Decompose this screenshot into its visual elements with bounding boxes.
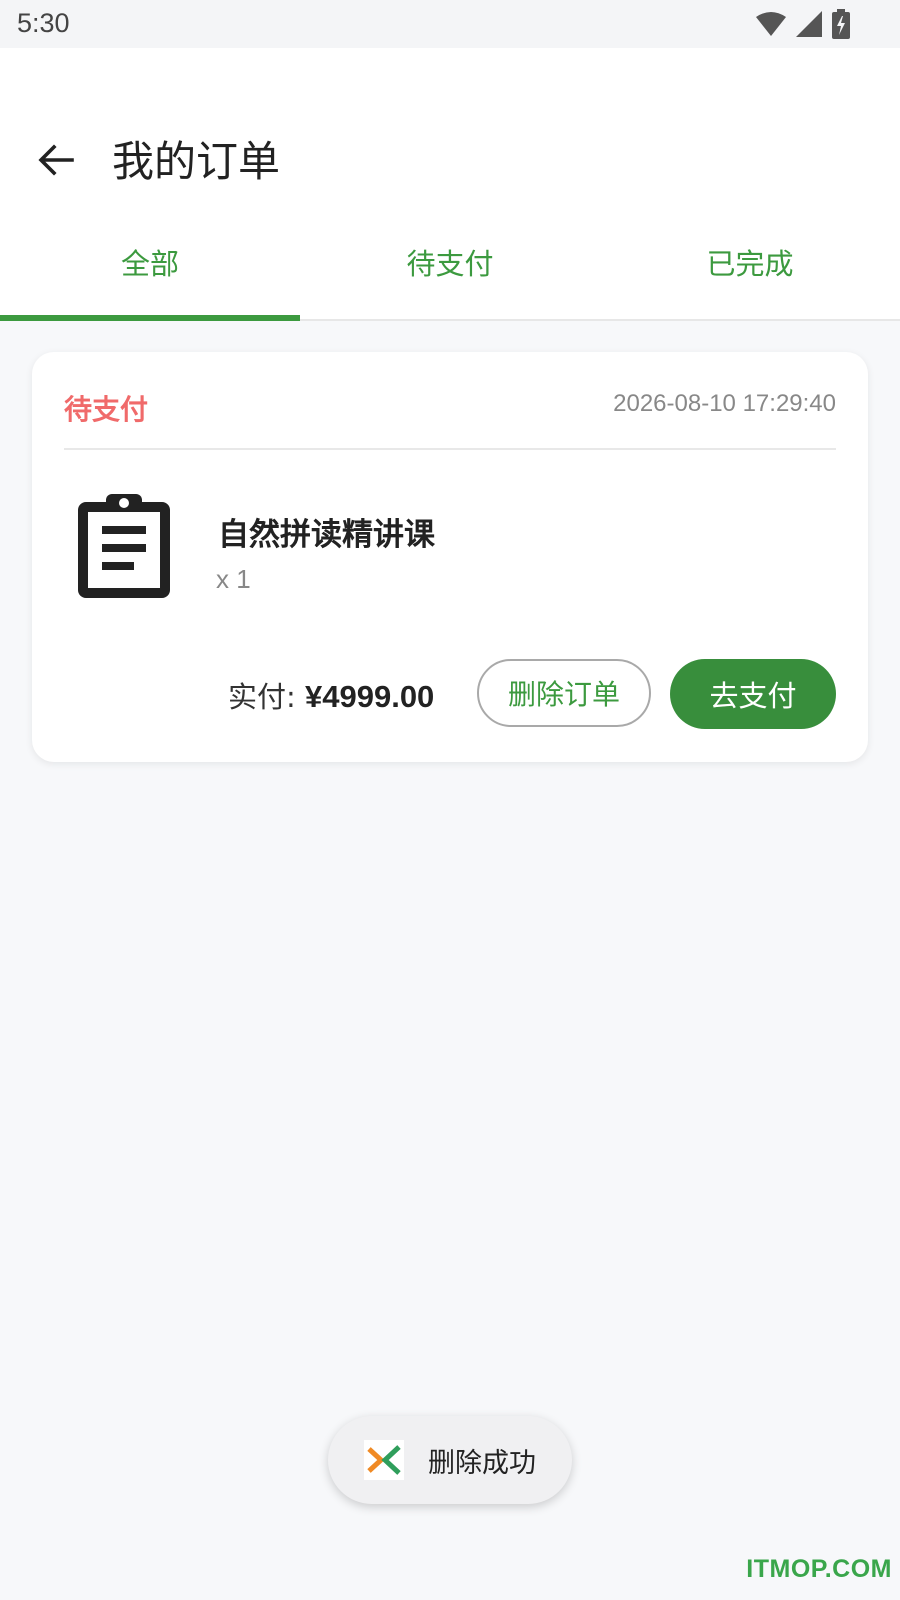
price-label: 实付: (228, 680, 296, 714)
status-bar: 5:30 (0, 0, 900, 48)
tab-pending-payment[interactable]: 待支付 (300, 216, 600, 319)
app-bar: 我的订单 (0, 48, 900, 216)
price-row: 实付: ¥4999.00 (228, 674, 434, 716)
status-time: 5:30 (17, 8, 70, 38)
wifi-icon (756, 12, 786, 36)
delete-order-button[interactable]: 删除订单 (477, 659, 651, 727)
toast: 删除成功 (328, 1416, 572, 1504)
order-tabs: 全部 待支付 已完成 (0, 216, 900, 321)
clipboard-icon (78, 494, 170, 598)
tab-all[interactable]: 全部 (0, 216, 300, 321)
order-card[interactable]: 待支付 2026-08-10 17:29:40 自然拼读精讲课 x 1 实付: … (32, 352, 868, 762)
page-title: 我的订单 (112, 137, 281, 186)
price-value: ¥4999.00 (305, 679, 435, 714)
battery-charging-icon (832, 9, 850, 39)
tab-completed[interactable]: 已完成 (600, 216, 900, 319)
back-button[interactable] (30, 134, 82, 186)
product-quantity: x 1 (216, 564, 251, 594)
watermark: ITMOP.COM (746, 1555, 892, 1583)
order-status-badge: 待支付 (64, 393, 149, 426)
app-logo-icon (364, 1440, 404, 1480)
status-icons (756, 9, 850, 39)
product-name: 自然拼读精讲课 (218, 517, 435, 553)
signal-icon (796, 11, 822, 37)
order-timestamp: 2026-08-10 17:29:40 (613, 390, 836, 417)
pay-button[interactable]: 去支付 (670, 659, 836, 729)
arrow-left-icon (38, 144, 74, 176)
card-divider (64, 448, 836, 450)
toast-message: 删除成功 (428, 1447, 536, 1479)
